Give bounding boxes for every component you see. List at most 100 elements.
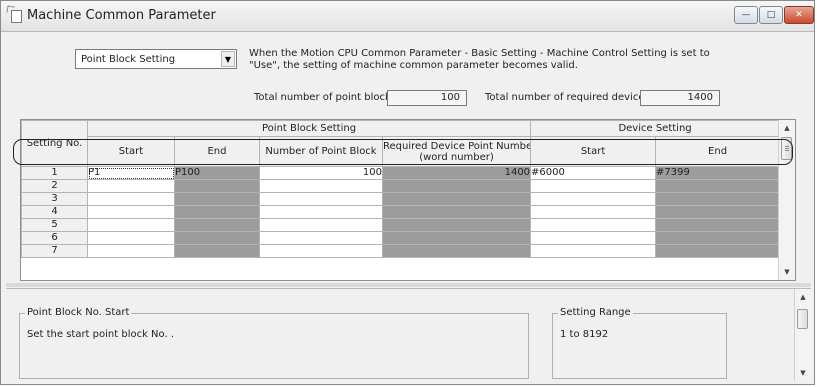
cell-dev-start[interactable] bbox=[530, 244, 657, 258]
scroll-thumb[interactable] bbox=[797, 309, 808, 329]
grid-scrollbar[interactable]: ▲ ▼ bbox=[778, 120, 795, 280]
total-required-device-value: 1400 bbox=[640, 90, 720, 106]
cell-dev-end bbox=[655, 231, 781, 245]
title-bar: Machine Common Parameter — □ ✕ bbox=[1, 1, 814, 32]
group-header-device: Device Setting bbox=[530, 120, 781, 137]
cell-pb-start[interactable] bbox=[87, 218, 175, 232]
cell-dev-end: #7399 bbox=[655, 166, 781, 180]
scroll-down-icon[interactable]: ▼ bbox=[795, 366, 811, 380]
table-row[interactable]: 7 bbox=[21, 244, 781, 258]
setting-type-dropdown[interactable]: Point Block Setting ▼ bbox=[75, 49, 237, 69]
info-line-1: When the Motion CPU Common Parameter - B… bbox=[249, 48, 710, 59]
row-number: 4 bbox=[21, 205, 88, 219]
cell-dev-end bbox=[655, 244, 781, 258]
dropdown-selected-value: Point Block Setting bbox=[81, 54, 176, 65]
total-point-block-label: Total number of point block: bbox=[254, 92, 395, 103]
cell-dev-end bbox=[655, 192, 781, 206]
cell-pb-end bbox=[174, 192, 260, 206]
cell-pb-start[interactable] bbox=[87, 192, 175, 206]
maximize-icon: □ bbox=[766, 10, 776, 20]
row-number: 1 bbox=[21, 166, 88, 180]
close-icon: ✕ bbox=[795, 10, 803, 20]
cell-required-device bbox=[381, 218, 532, 232]
row-number: 6 bbox=[21, 231, 88, 245]
cell-pb-count[interactable] bbox=[259, 192, 383, 206]
table-row[interactable]: 2 bbox=[21, 179, 781, 193]
total-required-device-label: Total number of required device: bbox=[485, 92, 648, 103]
col-pb-count: Number of Point Block bbox=[259, 136, 383, 167]
cell-required-device bbox=[381, 179, 532, 193]
col-required-device-title: Required Device Point Number bbox=[383, 140, 531, 152]
table-row[interactable]: 1 P1 P100 100 1400 #6000 #7399 bbox=[21, 166, 781, 180]
cell-dev-start[interactable]: #6000 bbox=[530, 166, 657, 180]
col-required-device-sub: (word number) bbox=[419, 151, 494, 163]
cell-dev-end bbox=[655, 179, 781, 193]
chevron-down-icon[interactable]: ▼ bbox=[221, 51, 235, 67]
minimize-button[interactable]: — bbox=[734, 6, 758, 24]
table-row[interactable]: 3 bbox=[21, 192, 781, 206]
col-pb-end: End bbox=[174, 136, 260, 167]
row-number: 2 bbox=[21, 179, 88, 193]
cell-pb-start[interactable] bbox=[87, 205, 175, 219]
cell-pb-count[interactable] bbox=[259, 218, 383, 232]
cell-pb-count[interactable] bbox=[259, 205, 383, 219]
cell-pb-count[interactable] bbox=[259, 231, 383, 245]
scroll-down-icon[interactable]: ▼ bbox=[779, 265, 795, 279]
info-text: When the Motion CPU Common Parameter - B… bbox=[249, 48, 729, 72]
cell-pb-end bbox=[174, 231, 260, 245]
table-row[interactable]: 4 bbox=[21, 205, 781, 219]
cell-dev-start[interactable] bbox=[530, 205, 657, 219]
cell-required-device bbox=[381, 192, 532, 206]
pane-splitter[interactable] bbox=[6, 283, 811, 287]
col-setting-no: Setting No. bbox=[21, 120, 88, 167]
maximize-button[interactable]: □ bbox=[759, 6, 783, 24]
cell-pb-count[interactable] bbox=[259, 244, 383, 258]
cell-pb-end bbox=[174, 179, 260, 193]
cell-pb-start[interactable] bbox=[87, 244, 175, 258]
window-title: Machine Common Parameter bbox=[27, 8, 216, 23]
info-line-2: "Use", the setting of machine common par… bbox=[249, 60, 578, 71]
cell-pb-count[interactable] bbox=[259, 179, 383, 193]
help-description-group: Point Block No. Start Set the start poin… bbox=[19, 307, 529, 379]
cell-dev-start[interactable] bbox=[530, 192, 657, 206]
cell-pb-end bbox=[174, 244, 260, 258]
help-pane: Point Block No. Start Set the start poin… bbox=[6, 288, 811, 381]
col-dev-start: Start bbox=[530, 136, 657, 167]
cell-pb-start[interactable]: P1 bbox=[87, 166, 175, 180]
parameter-pane: Point Block Setting ▼ When the Motion CP… bbox=[6, 35, 811, 281]
cell-required-device bbox=[381, 244, 532, 258]
scroll-up-icon[interactable]: ▲ bbox=[795, 290, 811, 304]
help-title: Point Block No. Start bbox=[25, 307, 132, 318]
cell-dev-start[interactable] bbox=[530, 218, 657, 232]
setting-range-title: Setting Range bbox=[558, 307, 633, 318]
setting-range-group: Setting Range 1 to 8192 bbox=[552, 307, 727, 379]
cell-pb-end: P100 bbox=[174, 166, 260, 180]
cell-pb-start[interactable] bbox=[87, 179, 175, 193]
group-header-point-block: Point Block Setting bbox=[86, 120, 532, 137]
table-row[interactable]: 5 bbox=[21, 218, 781, 232]
table-row[interactable]: 6 bbox=[21, 231, 781, 245]
help-scrollbar[interactable]: ▲ ▼ bbox=[794, 289, 811, 381]
cell-pb-end bbox=[174, 218, 260, 232]
cell-pb-start[interactable] bbox=[87, 231, 175, 245]
col-pb-start: Start bbox=[87, 136, 175, 167]
cell-pb-count[interactable]: 100 bbox=[259, 166, 383, 180]
setting-range-value: 1 to 8192 bbox=[560, 329, 609, 340]
row-number: 7 bbox=[21, 244, 88, 258]
col-required-device: Required Device Point Number (word numbe… bbox=[381, 136, 532, 167]
row-number: 5 bbox=[21, 218, 88, 232]
close-button[interactable]: ✕ bbox=[784, 6, 814, 24]
help-description: Set the start point block No. . bbox=[27, 329, 175, 340]
cell-required-device bbox=[381, 205, 532, 219]
cell-pb-end bbox=[174, 205, 260, 219]
cell-required-device: 1400 bbox=[381, 166, 532, 180]
machine-common-parameter-window: Machine Common Parameter — □ ✕ Point Blo… bbox=[0, 0, 815, 385]
col-dev-end: End bbox=[655, 136, 781, 167]
cell-dev-end bbox=[655, 218, 781, 232]
point-block-table: Setting No. Point Block Setting Device S… bbox=[21, 120, 781, 258]
minimize-icon: — bbox=[741, 10, 751, 20]
scroll-up-icon[interactable]: ▲ bbox=[779, 121, 795, 135]
scroll-thumb[interactable] bbox=[781, 137, 792, 160]
cell-dev-start[interactable] bbox=[530, 231, 657, 245]
cell-dev-start[interactable] bbox=[530, 179, 657, 193]
